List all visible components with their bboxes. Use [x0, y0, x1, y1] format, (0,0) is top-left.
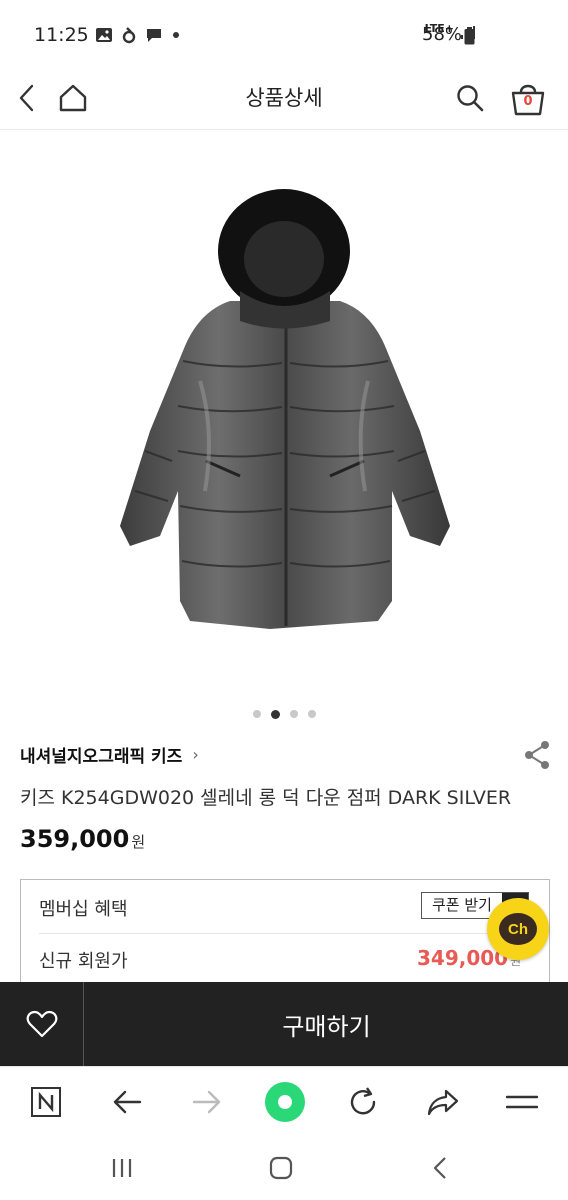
product-title: 키즈 K254GDW020 셀레네 롱 덕 다운 점퍼 DARK SILVER — [20, 787, 512, 809]
system-navigation — [0, 1136, 568, 1200]
recent-apps-button[interactable] — [100, 1148, 144, 1188]
price-unit: 원 — [131, 833, 146, 851]
notification-icons — [95, 26, 180, 44]
naver-n-icon — [31, 1087, 61, 1117]
search-button[interactable] — [448, 76, 492, 120]
carousel-dot-active[interactable] — [270, 709, 280, 719]
recent-apps-icon — [112, 1159, 132, 1177]
browser-menu-button[interactable] — [499, 1079, 545, 1125]
carousel-dot[interactable] — [252, 710, 261, 718]
price-value: 359,000 — [20, 825, 130, 853]
green-dot-icon — [265, 1082, 305, 1122]
naver-home-button[interactable] — [23, 1079, 69, 1125]
system-back-icon — [433, 1157, 446, 1179]
buy-button[interactable]: 구매하기 — [85, 982, 568, 1066]
status-time: 11:25 — [34, 24, 89, 46]
app-header: 상품상세 0 — [0, 70, 568, 130]
green-dot-button[interactable] — [262, 1079, 308, 1125]
more-notifications-icon — [173, 32, 179, 38]
status-bar: 11:25 LTE+ 58% — [0, 0, 568, 70]
browser-toolbar — [0, 1066, 568, 1136]
system-back-button[interactable] — [418, 1148, 462, 1188]
chat-icon: Ch — [499, 913, 537, 945]
product-image[interactable] — [0, 131, 568, 701]
chat-button[interactable]: Ch — [487, 898, 549, 960]
chat-notification-icon — [147, 29, 161, 42]
purchase-bar: 구매하기 — [0, 982, 568, 1066]
product-price: 359,000 원 — [20, 825, 145, 853]
membership-title: 멤버십 혜택 — [39, 899, 128, 920]
divider — [39, 933, 531, 934]
share-icon — [525, 741, 549, 769]
menu-icon — [506, 1095, 538, 1109]
chevron-right-icon: › — [192, 745, 199, 764]
app-notification-icon — [122, 27, 136, 44]
share-arrow-icon — [427, 1089, 459, 1116]
browser-forward-button[interactable] — [184, 1079, 230, 1125]
browser-back-button[interactable] — [104, 1079, 150, 1125]
gallery-notification-icon — [96, 28, 112, 42]
carousel-dots — [0, 709, 568, 719]
arrow-left-icon — [113, 1090, 142, 1114]
system-home-icon — [269, 1156, 293, 1180]
heart-icon — [26, 1010, 57, 1038]
refresh-button[interactable] — [340, 1079, 386, 1125]
chat-label: Ch — [508, 920, 528, 938]
cart-button[interactable]: 0 — [506, 76, 550, 120]
refresh-icon — [350, 1087, 376, 1115]
system-home-button[interactable] — [259, 1148, 303, 1188]
share-button[interactable] — [520, 738, 554, 772]
battery-icon — [464, 27, 475, 45]
new-member-label: 신규 회원가 — [39, 951, 128, 972]
membership-benefits: 멤버십 혜택 쿠폰 받기 신규 회원가 349,000 원 — [20, 879, 550, 989]
battery-level: 58% — [422, 24, 463, 45]
arrow-right-icon — [192, 1090, 221, 1114]
brand-link[interactable]: 내셔널지오그래픽 키즈 › — [20, 742, 199, 767]
carousel-dot[interactable] — [307, 710, 316, 718]
cart-count-badge: 0 — [523, 94, 533, 109]
browser-share-button[interactable] — [420, 1079, 466, 1125]
wishlist-button[interactable] — [0, 982, 84, 1066]
down-jacket-image — [120, 189, 450, 629]
brand-name: 내셔널지오그래픽 키즈 — [20, 747, 183, 767]
carousel-dot[interactable] — [289, 710, 298, 718]
search-icon — [457, 85, 484, 112]
